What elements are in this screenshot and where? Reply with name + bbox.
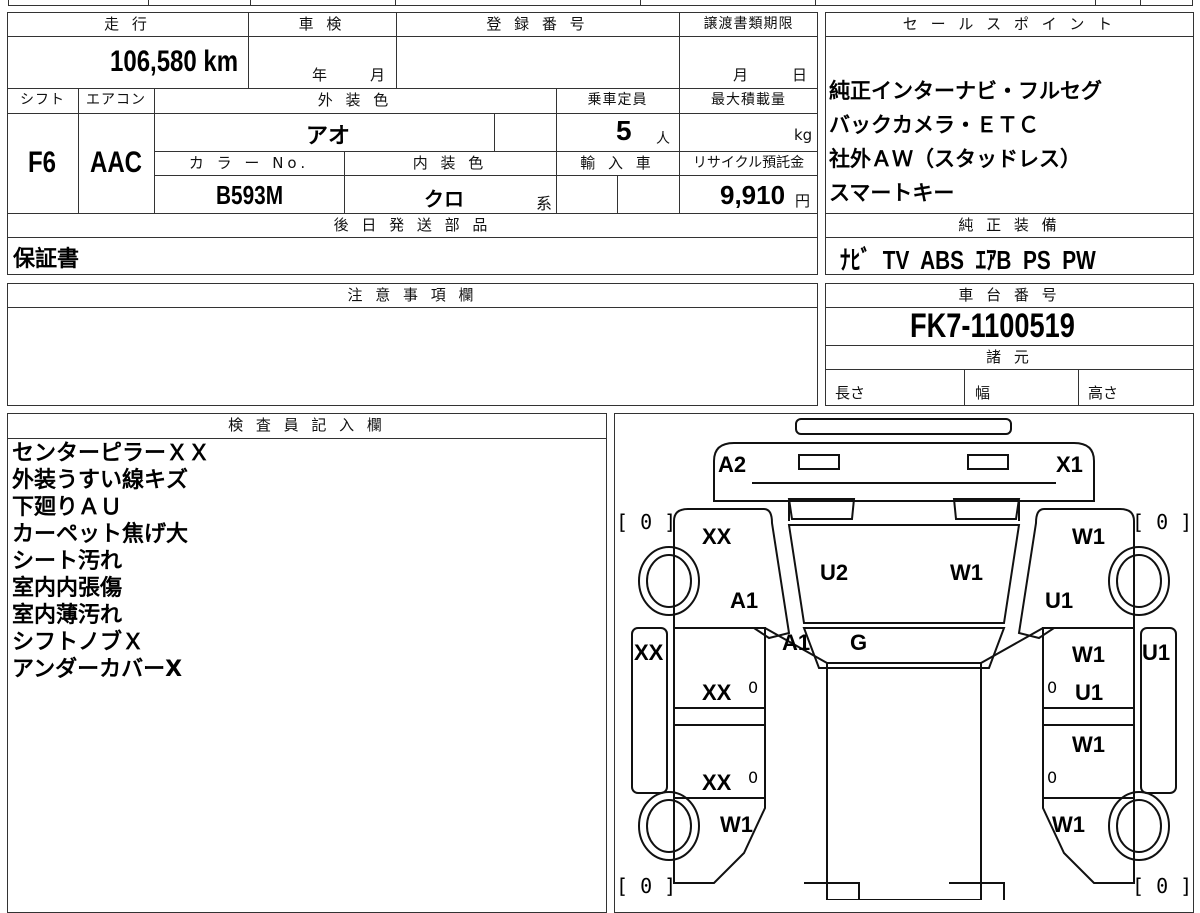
zero-left-door1: 0: [748, 678, 759, 697]
inspector-note: カーペット焦げ大: [12, 522, 189, 547]
mark-g-roof: G: [850, 630, 868, 655]
tire-rear-right-bracket: [ 0 ]: [1132, 874, 1193, 898]
tire-rear-left-bracket: [ 0 ]: [616, 874, 677, 898]
tire-front-left-bracket: [ 0 ]: [616, 510, 677, 534]
exterior-color-value: アオ: [306, 123, 351, 148]
capacity-header: 乗車定員: [587, 92, 648, 108]
equipment-header: 純 正 装 備: [958, 216, 1061, 234]
mark-u1-right-door1: U1: [1075, 680, 1104, 705]
max-load-header: 最大積載量: [711, 92, 786, 108]
inspector-note: シフトノブＸ: [12, 630, 145, 655]
sales-point-line: バックカメラ・ＥＴＣ: [829, 113, 1039, 137]
zero-left-door2: 0: [748, 768, 759, 787]
sales-points-header: セ ー ル ス ポ イ ン ト: [902, 15, 1117, 33]
mark-w1-right-door2: W1: [1072, 732, 1105, 757]
later-parts-header: 後 日 発 送 部 品: [333, 216, 492, 234]
transfer-deadline-header: 譲渡書類期限: [703, 16, 794, 32]
top-strip: [0, 0, 1200, 8]
mark-w1-windshield: W1: [950, 560, 983, 585]
inspector-note: 室内薄汚れ: [12, 603, 123, 628]
transfer-month-label: 月: [733, 66, 749, 84]
mark-xx-left-door2: XX: [702, 770, 732, 795]
mark-a1-left: A1: [730, 588, 759, 613]
mark-u1-right: U1: [1045, 588, 1074, 613]
mark-w1-rear-left: W1: [720, 812, 753, 837]
registration-header: 登 録 番 号: [486, 15, 589, 33]
capacity-value: 5: [616, 115, 632, 146]
chassis-header: 車 台 番 号: [958, 286, 1061, 304]
sales-point-line: 純正インターナビ・フルセグ: [829, 79, 1102, 103]
tire-front-right-bracket: [ 0 ]: [1132, 510, 1193, 534]
mark-w1-rear-right: W1: [1052, 812, 1085, 837]
mark-xx-front-left: XX: [702, 524, 732, 549]
recycle-value: 9,910: [720, 180, 786, 210]
mark-u1-right-pillar: U1: [1142, 640, 1171, 665]
spec-length-label: 長さ: [835, 384, 866, 402]
recycle-unit: 円: [795, 192, 811, 210]
equipment-value: ﾅﾋﾞ TV ABS ｴｱB PS PW: [840, 245, 1096, 275]
shift-header: シフト: [20, 92, 65, 108]
max-load-unit: kg: [794, 126, 813, 144]
interior-color-value: クロ: [424, 189, 464, 211]
sales-points-list: 純正インターナビ・フルセグ バックカメラ・ＥＴＣ 社外ＡＷ（スタッドレス） スマ…: [829, 74, 1102, 210]
chassis-number: FK7-1100519: [910, 307, 1075, 345]
inspection-month-label: 月: [370, 66, 386, 84]
notes-header: 注 意 事 項 欄: [347, 286, 478, 304]
mark-w1-right-door1: W1: [1072, 642, 1105, 667]
mark-a2: A2: [718, 452, 747, 477]
inspector-header: 検 査 員 記 入 欄: [228, 416, 386, 434]
transfer-day-label: 日: [792, 66, 808, 84]
exterior-color-header: 外 装 色: [317, 91, 393, 109]
spec-height-label: 高さ: [1088, 384, 1119, 402]
spec-width-label: 幅: [975, 384, 991, 402]
mark-x1: X1: [1056, 452, 1083, 477]
specs-header: 諸 元: [986, 348, 1033, 366]
inspection-year-label: 年: [312, 66, 328, 84]
sales-point-line: 社外ＡＷ（スタッドレス）: [829, 147, 1081, 171]
inspector-note: 外装うすい線キズ: [12, 468, 189, 493]
recycle-header: リサイクル預託金: [692, 155, 805, 171]
color-no-value: B593M: [216, 180, 284, 210]
sales-point-line: スマートキー: [829, 181, 955, 205]
mileage-value: 106,580 km: [110, 45, 239, 78]
capacity-unit: 人: [656, 131, 670, 147]
aircon-header: エアコン: [86, 92, 146, 108]
mileage-header: 走 行: [104, 15, 151, 33]
aircon-value: AAC: [90, 146, 142, 179]
inspector-note: 室内内張傷: [12, 576, 123, 601]
inspector-note: 下廻りＡＵ: [12, 495, 123, 520]
shift-value: F6: [28, 146, 57, 179]
inspector-notes-list: センターピラーＸＸ 外装うすい線キズ 下廻りＡＵ カーペット焦げ大 シート汚れ …: [12, 440, 210, 683]
zero-right-door2: 0: [1047, 768, 1058, 787]
car-diagram: [631, 418, 1177, 900]
mark-u2-windshield: U2: [820, 560, 849, 585]
interior-color-suffix: 系: [536, 194, 553, 213]
inspector-note: センターピラーＸＸ: [12, 441, 211, 466]
mark-w1-front-right: W1: [1072, 524, 1105, 549]
inspector-note: シート汚れ: [12, 549, 123, 574]
inspection-header: 車 検: [298, 15, 346, 33]
zero-right-door1: 0: [1047, 678, 1058, 697]
mark-a1-center: A1: [782, 630, 811, 655]
import-header: 輸 入 車: [580, 154, 655, 172]
inspector-note: アンダーカバーX: [12, 657, 183, 682]
color-no-header: カ ラ ー No.: [188, 154, 310, 172]
mark-xx-left-door1: XX: [702, 680, 732, 705]
interior-color-header: 内 装 色: [412, 154, 488, 172]
mark-xx-left-pillar: XX: [634, 640, 664, 665]
later-parts-value: 保証書: [13, 247, 80, 272]
